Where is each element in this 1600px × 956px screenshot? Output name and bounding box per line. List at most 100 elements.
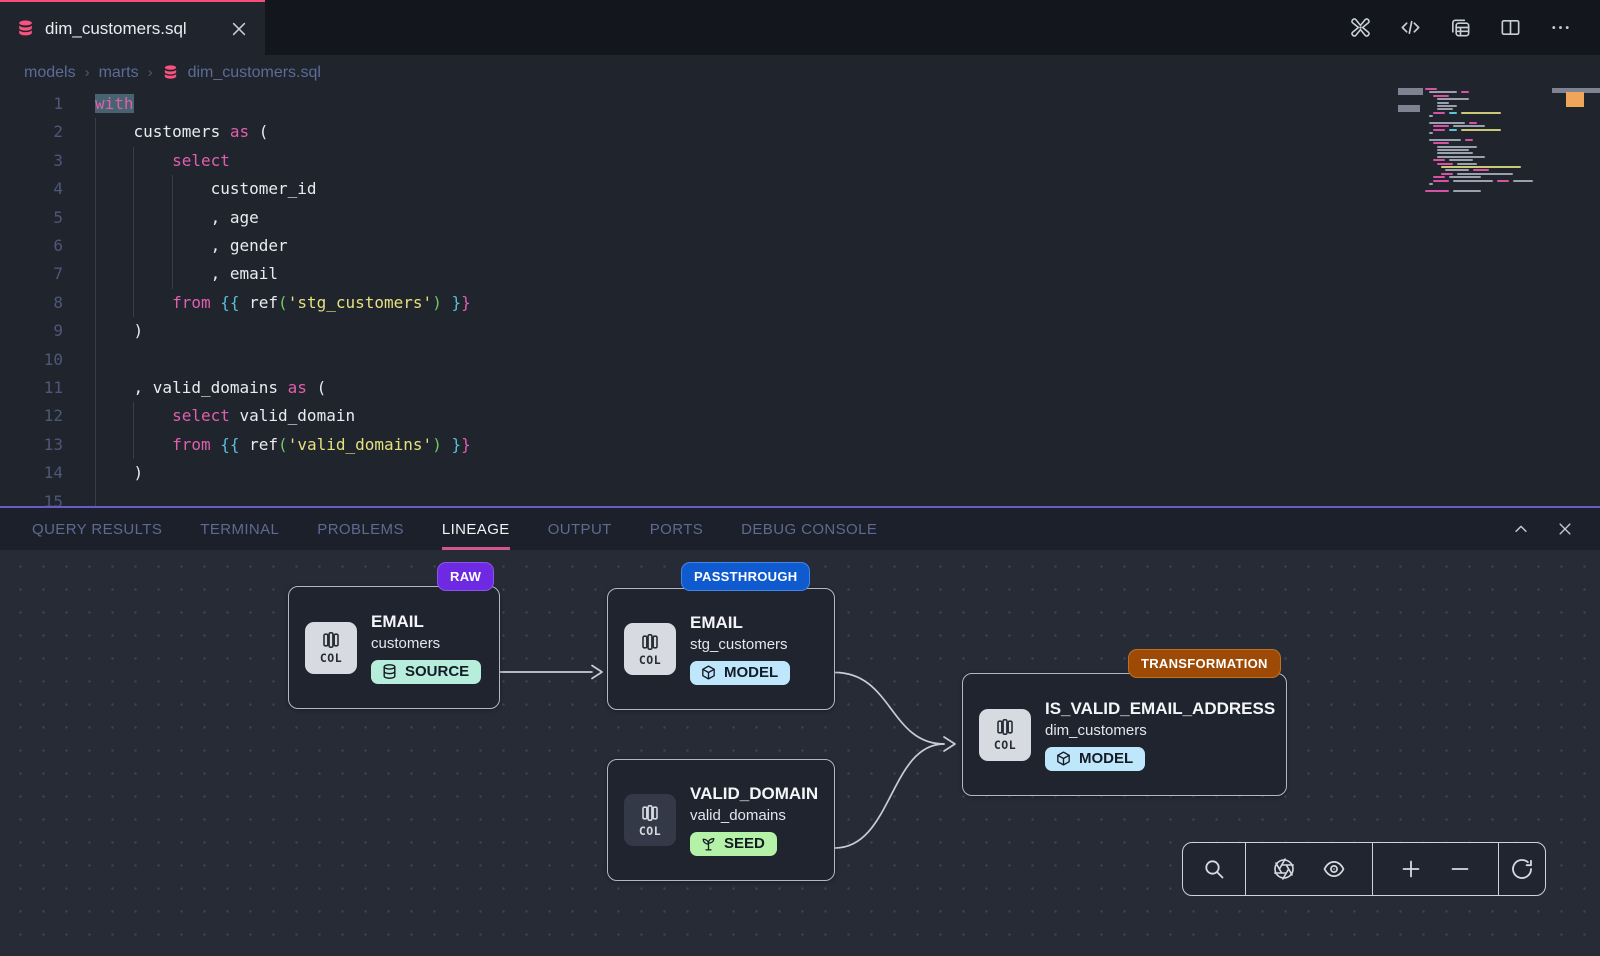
database-icon [16,19,35,38]
code-line: ) [95,317,471,345]
panel-tab-output[interactable]: OUTPUT [548,508,612,550]
panel-actions [1512,508,1600,550]
code-line: select [95,147,471,175]
line-number: 13 [0,431,63,459]
indent-guide [133,402,134,459]
column-type-box: COL [624,623,676,675]
breadcrumb-file[interactable]: dim_customers.sql [188,64,321,82]
node-type-label: SOURCE [405,663,469,680]
lineage-canvas[interactable]: COLEMAILcustomersSOURCERAWCOLEMAILstg_cu… [0,550,1600,956]
node-type-label: MODEL [1079,750,1133,767]
cube-icon [700,664,717,681]
panel-tab-problems[interactable]: PROBLEMS [317,508,404,550]
panel-tab-query-results[interactable]: QUERY RESULTS [32,508,162,550]
breadcrumb: models›marts›dim_customers.sql [0,55,1600,90]
column-type-label: COL [994,738,1016,752]
lineage-node-stg_customers[interactable]: COLEMAILstg_customersMODEL [607,588,835,710]
panel-tab-debug-console[interactable]: DEBUG CONSOLE [741,508,877,550]
column-type-label: COL [639,653,661,667]
line-number: 1 [0,90,63,118]
lineage-node-dim_customers[interactable]: COL IS_VALID_EMAIL_ADDRESS dim_customers MO… [962,673,1287,796]
node-column-name: EMAIL [371,612,481,632]
code-line [95,487,471,506]
tab-title: dim_customers.sql [45,19,219,39]
ide-window: dim_customers.sql models›marts›dim_custo… [0,0,1600,956]
panel-tab-ports[interactable]: PORTS [650,508,703,550]
query-results-table-icon[interactable] [1449,16,1472,39]
indent-guide [172,175,173,289]
line-number: 12 [0,402,63,430]
eye-button[interactable] [1322,857,1346,881]
minimap-match-marker [1398,88,1423,95]
column-type-label: COL [639,824,661,838]
tab-dim-customers-sql[interactable]: dim_customers.sql [0,0,265,55]
code-editor[interactable]: 123456789101112131415 with customers as … [0,90,1600,506]
seedling-icon [700,835,717,852]
database-icon [381,663,398,680]
more-icon[interactable] [1549,16,1572,39]
code-line: customer_id [95,175,471,203]
refresh-button[interactable] [1510,857,1534,881]
node-table-name: valid_domains [690,807,818,824]
panel-tab-terminal[interactable]: TERMINAL [200,508,279,550]
node-type-label: MODEL [724,664,778,681]
indent-guide [133,147,134,317]
line-number: 5 [0,204,63,232]
column-type-label: COL [320,651,342,665]
search-button[interactable] [1202,857,1226,881]
minimap-match-marker [1398,105,1420,112]
code-icon[interactable] [1399,16,1422,39]
node-type-pill-model: MODEL [690,661,790,685]
zoom-in-button[interactable] [1399,857,1423,881]
editor-tabbar: dim_customers.sql [0,0,1600,55]
code-line: from {{ ref('stg_customers') }} [95,289,471,317]
panel-tab-lineage[interactable]: LINEAGE [442,508,510,550]
overview-ruler-marker [1566,92,1584,107]
database-solid-icon [162,64,179,81]
node-table-name: dim_customers [1045,722,1275,739]
tabbar-actions [1349,0,1600,55]
toolbar-group [1245,843,1372,895]
split-editor-icon[interactable] [1499,16,1522,39]
chevron-up-icon[interactable] [1512,520,1530,538]
close-icon[interactable] [229,19,249,39]
line-number: 8 [0,289,63,317]
lineage-badge-transformation: TRANSFORMATION [1128,649,1281,678]
node-type-label: SEED [724,835,765,852]
code-line: ) [95,459,471,487]
code-line: , age [95,204,471,232]
line-number: 2 [0,118,63,146]
line-numbers: 123456789101112131415 [0,90,63,506]
lineage-node-customers[interactable]: COLEMAILcustomersSOURCE [288,586,500,709]
column-type-box: COL [624,794,676,846]
bottom-panel-tabs: QUERY RESULTS TERMINAL PROBLEMS LINEAGE OUTP… [0,506,1600,550]
node-type-pill-model: MODEL [1045,747,1145,771]
lineage-node-valid_domains[interactable]: COL VALID_DOMAIN valid_domains SEED [607,759,835,881]
edge-stg_customers-to-dim_customers [835,673,944,745]
code-line: from {{ ref('valid_domains') }} [95,431,471,459]
node-column-name: VALID_DOMAIN [690,784,818,804]
aperture-button[interactable] [1272,857,1296,881]
edge-arrowhead-stg_customers [592,666,602,679]
code-line [95,346,471,374]
line-number: 3 [0,147,63,175]
lineage-badge-raw: RAW [437,562,494,591]
code-lines: with customers as ( select customer_id ,… [95,90,471,506]
line-number: 7 [0,260,63,288]
line-number: 10 [0,346,63,374]
zoom-out-button[interactable] [1448,857,1472,881]
node-column-name: EMAIL [690,613,790,633]
minimap[interactable] [1425,88,1535,193]
node-type-pill-source: SOURCE [371,660,481,684]
code-line: , email [95,260,471,288]
line-number: 4 [0,175,63,203]
toolbar-group [1372,843,1498,895]
lineage-badge-passthrough: PASSTHROUGH [681,562,810,591]
close-icon[interactable] [1556,520,1574,538]
dbt-logo-icon[interactable] [1349,16,1372,39]
columns-icon [321,630,341,650]
breadcrumb-item[interactable]: models [24,64,76,82]
breadcrumb-item[interactable]: marts [99,64,139,82]
indent-guide [95,118,96,506]
node-column-name: IS_VALID_EMAIL_ADDRESS [1045,699,1275,719]
